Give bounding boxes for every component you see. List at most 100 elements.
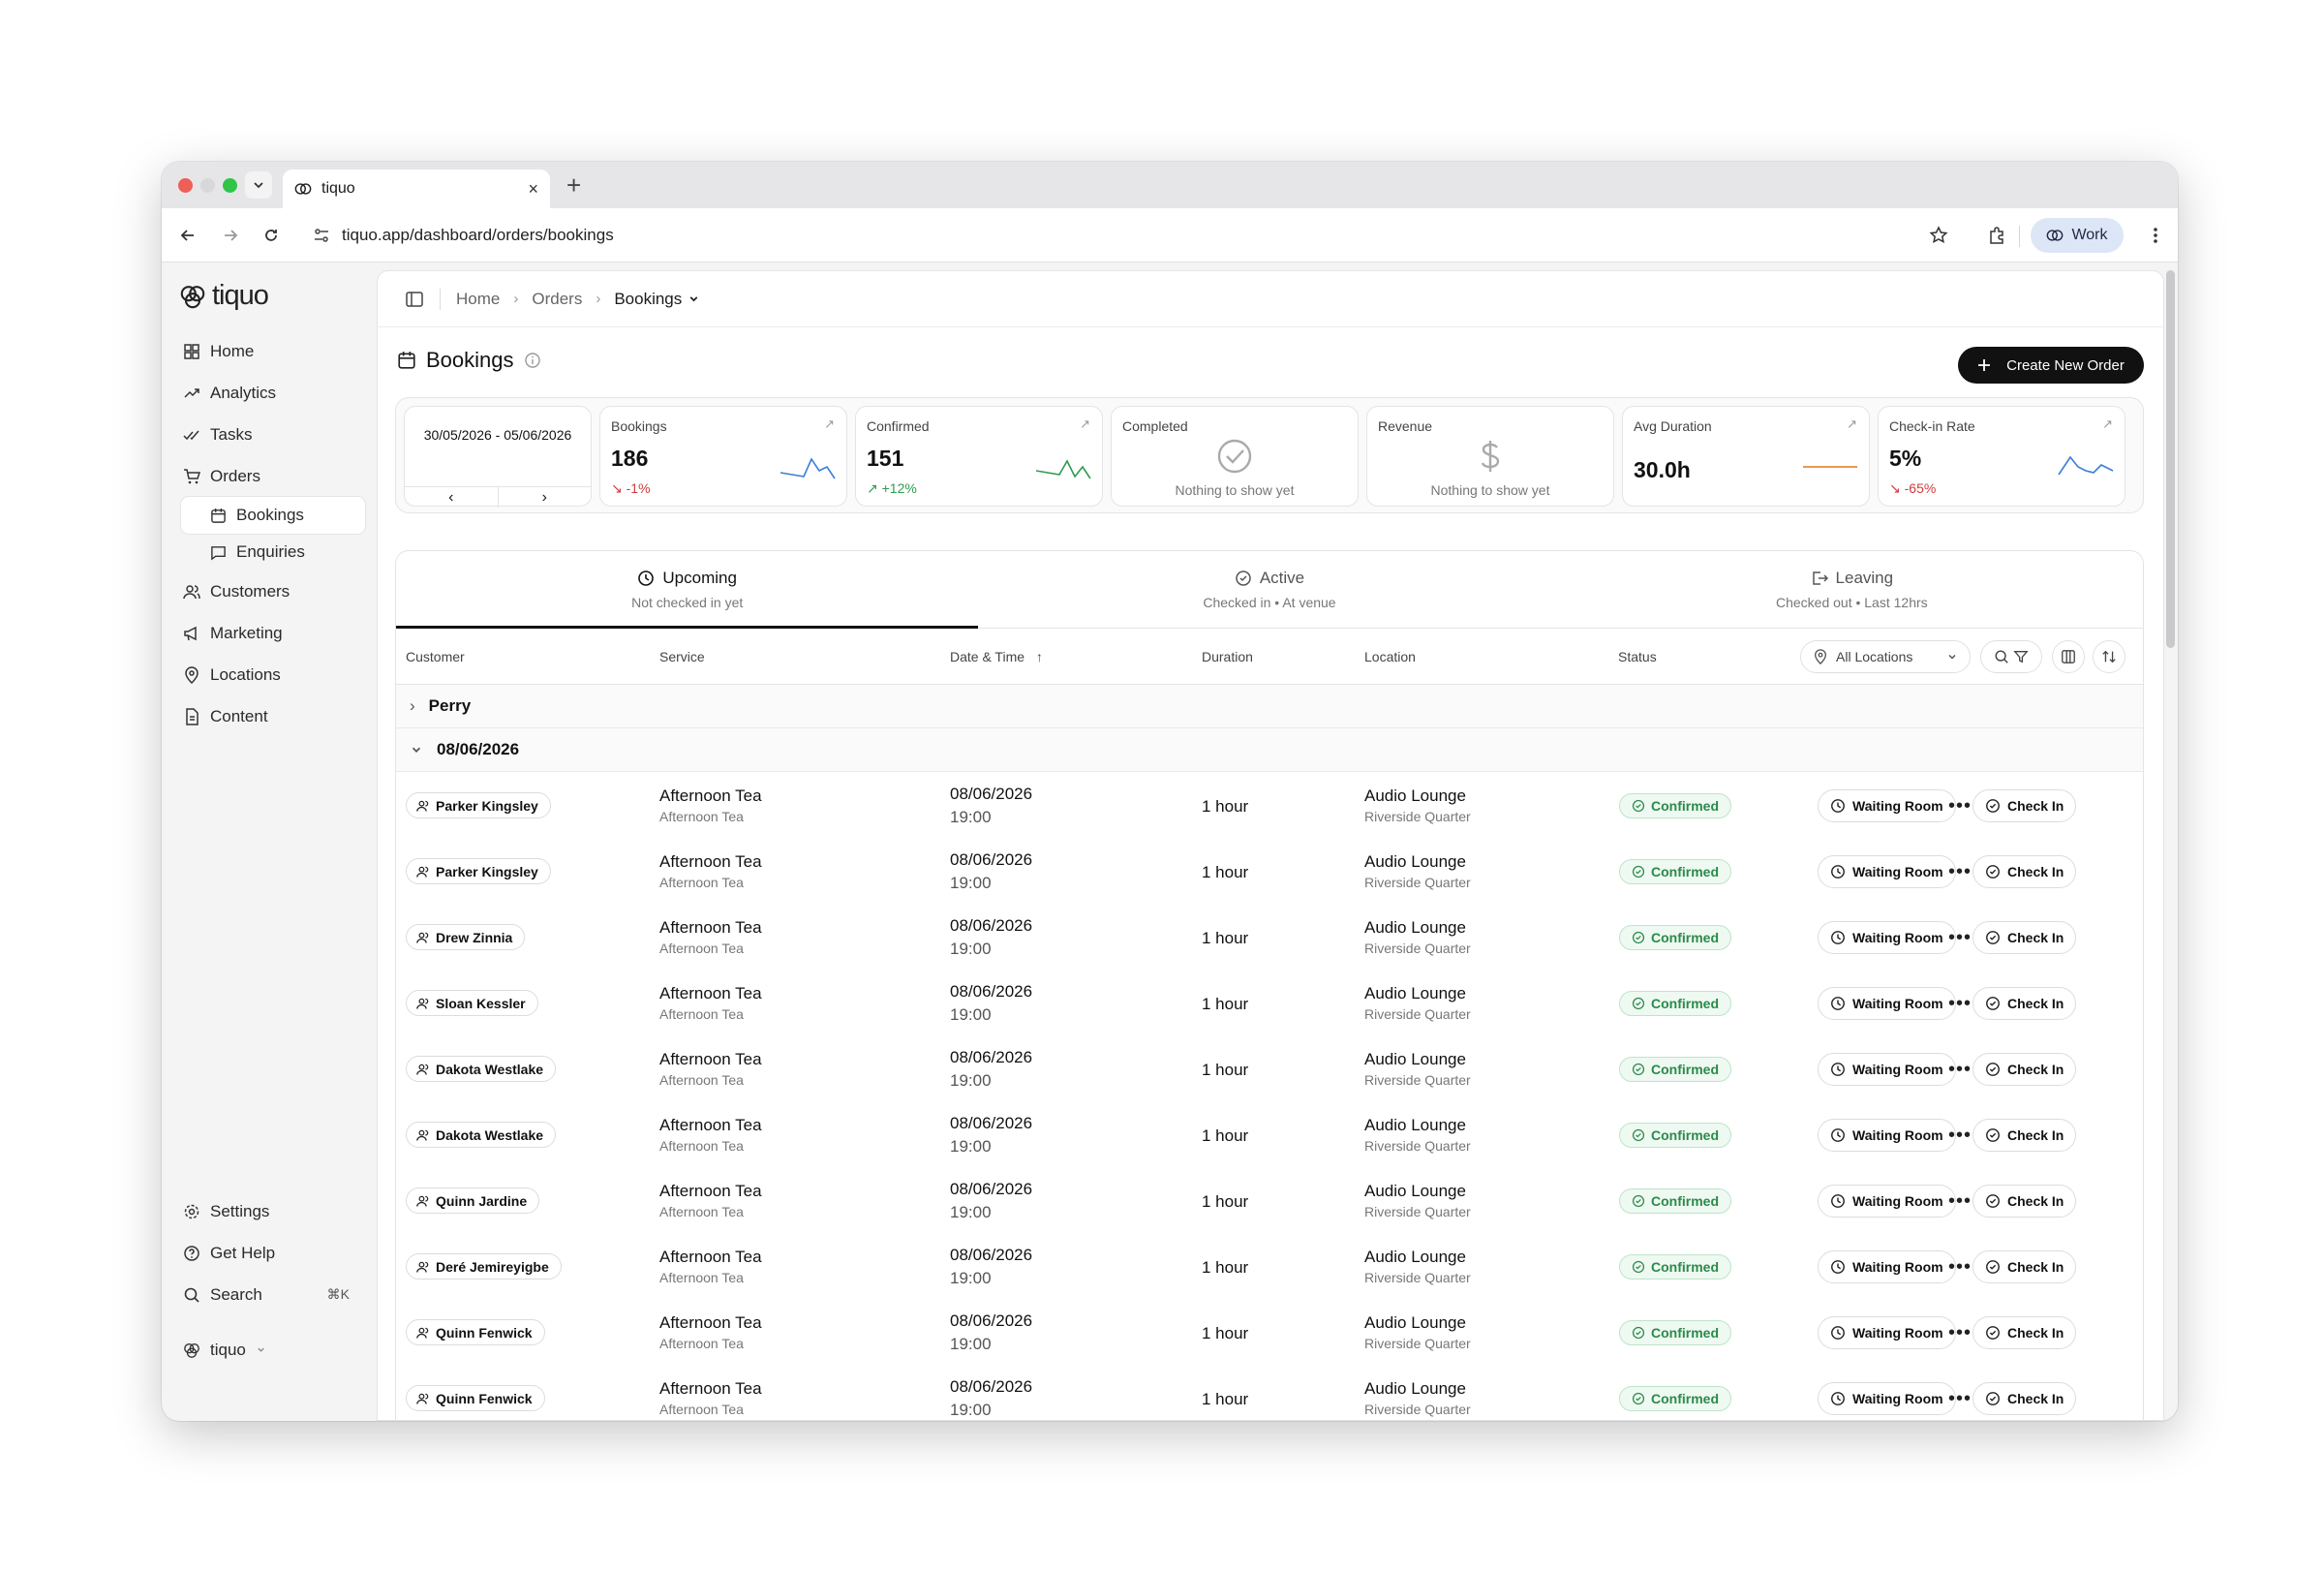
- column-date-time[interactable]: Date & Time ↑: [950, 649, 1043, 664]
- group-row-date[interactable]: 08/06/2026: [396, 728, 2143, 772]
- waiting-room-button[interactable]: Waiting Room: [1818, 921, 1956, 954]
- bookmark-star-button[interactable]: [1924, 221, 1953, 250]
- column-customer[interactable]: Customer: [406, 649, 465, 664]
- sidebar-item-bookings[interactable]: Bookings: [181, 497, 365, 534]
- address-bar[interactable]: tiquo.app/dashboard/orders/bookings: [301, 217, 2077, 254]
- sidebar-item-search[interactable]: Search ⌘K: [171, 1274, 365, 1315]
- stat-card-completed[interactable]: Completed Nothing to show yet: [1111, 406, 1359, 507]
- customer-chip[interactable]: Dakota Westlake: [406, 1056, 557, 1082]
- sidebar-item-tasks[interactable]: Tasks: [171, 414, 365, 455]
- brand-logo[interactable]: tiquo: [179, 280, 269, 312]
- table-row[interactable]: Dakota Westlake Afternoon Tea Afternoon …: [396, 1036, 2143, 1102]
- table-row[interactable]: Drew Zinnia Afternoon Tea Afternoon Tea …: [396, 905, 2143, 971]
- customer-chip[interactable]: Quinn Fenwick: [406, 1385, 545, 1411]
- check-in-button[interactable]: Check In: [1972, 1382, 2077, 1415]
- row-more-button[interactable]: •••: [1945, 1124, 1974, 1147]
- sidebar-item-customers[interactable]: Customers: [171, 571, 365, 612]
- check-in-button[interactable]: Check In: [1972, 789, 2077, 822]
- waiting-room-button[interactable]: Waiting Room: [1818, 789, 1956, 822]
- date-range-text[interactable]: 30/05/2026 - 05/06/2026: [405, 426, 591, 444]
- waiting-room-button[interactable]: Waiting Room: [1818, 1316, 1956, 1349]
- columns-button[interactable]: [2052, 640, 2085, 673]
- waiting-room-button[interactable]: Waiting Room: [1818, 987, 1956, 1020]
- customer-chip[interactable]: Drew Zinnia: [406, 924, 526, 950]
- forward-button[interactable]: [216, 221, 245, 250]
- next-range-button[interactable]: ›: [497, 487, 592, 508]
- check-in-button[interactable]: Check In: [1972, 1053, 2077, 1086]
- browser-menu-button[interactable]: [2141, 221, 2170, 250]
- sort-button[interactable]: [2093, 640, 2125, 673]
- minimize-window-button[interactable]: [200, 178, 215, 193]
- row-more-button[interactable]: •••: [1945, 1387, 1974, 1410]
- check-in-button[interactable]: Check In: [1972, 921, 2077, 954]
- sidebar-item-home[interactable]: Home: [171, 330, 365, 372]
- waiting-room-button[interactable]: Waiting Room: [1818, 1185, 1956, 1218]
- check-in-button[interactable]: Check In: [1972, 855, 2077, 888]
- customer-chip[interactable]: Quinn Jardine: [406, 1187, 540, 1214]
- row-more-button[interactable]: •••: [1945, 992, 1974, 1015]
- waiting-room-button[interactable]: Waiting Room: [1818, 855, 1956, 888]
- table-row[interactable]: Quinn Fenwick Afternoon Tea Afternoon Te…: [396, 1366, 2143, 1420]
- table-row[interactable]: Parker Kingsley Afternoon Tea Afternoon …: [396, 839, 2143, 905]
- column-location[interactable]: Location: [1364, 649, 1416, 664]
- sidebar-item-analytics[interactable]: Analytics: [171, 372, 365, 414]
- tab-leaving[interactable]: Leaving Checked out • Last 12hrs: [1561, 551, 2143, 628]
- table-row[interactable]: Sloan Kessler Afternoon Tea Afternoon Te…: [396, 971, 2143, 1036]
- sidebar-item-settings[interactable]: Settings: [171, 1190, 365, 1232]
- table-row[interactable]: Quinn Fenwick Afternoon Tea Afternoon Te…: [396, 1300, 2143, 1366]
- row-more-button[interactable]: •••: [1945, 1255, 1974, 1279]
- info-icon[interactable]: [524, 352, 541, 369]
- breadcrumb-current[interactable]: Bookings: [614, 290, 682, 309]
- check-in-button[interactable]: Check In: [1972, 1119, 2077, 1152]
- group-row-perry[interactable]: › Perry: [396, 685, 2143, 728]
- waiting-room-button[interactable]: Waiting Room: [1818, 1382, 1956, 1415]
- row-more-button[interactable]: •••: [1945, 1189, 1974, 1213]
- sidebar-item-enquiries[interactable]: Enquiries: [181, 534, 365, 571]
- sidebar-item-help[interactable]: Get Help: [171, 1232, 365, 1274]
- profile-button[interactable]: Work: [2031, 218, 2124, 253]
- stat-card-revenue[interactable]: Revenue Nothing to show yet: [1366, 406, 1614, 507]
- customer-chip[interactable]: Parker Kingsley: [406, 792, 551, 818]
- waiting-room-button[interactable]: Waiting Room: [1818, 1250, 1956, 1283]
- row-more-button[interactable]: •••: [1945, 860, 1974, 883]
- breadcrumb-home[interactable]: Home: [456, 290, 500, 309]
- search-filter-button[interactable]: [1980, 640, 2042, 673]
- page-scrollbar[interactable]: [2166, 270, 2175, 648]
- table-row[interactable]: Deré Jemireyigbe Afternoon Tea Afternoon…: [396, 1234, 2143, 1300]
- sidebar-item-orders[interactable]: Orders: [171, 455, 365, 497]
- back-button[interactable]: [173, 221, 202, 250]
- stat-card-checkin-rate[interactable]: Check-in Rate ↗ 5% ↘ -65%: [1878, 406, 2125, 507]
- tab-search-button[interactable]: [245, 171, 272, 199]
- row-more-button[interactable]: •••: [1945, 926, 1974, 949]
- customer-chip[interactable]: Sloan Kessler: [406, 990, 538, 1016]
- chevron-down-icon[interactable]: [688, 293, 700, 305]
- breadcrumb-orders[interactable]: Orders: [532, 290, 582, 309]
- table-row[interactable]: Parker Kingsley Afternoon Tea Afternoon …: [396, 773, 2143, 839]
- new-tab-button[interactable]: +: [566, 170, 581, 200]
- check-in-button[interactable]: Check In: [1972, 987, 2077, 1020]
- row-more-button[interactable]: •••: [1945, 1058, 1974, 1081]
- workspace-switcher[interactable]: tiquo: [171, 1329, 365, 1371]
- stat-card-bookings[interactable]: Bookings ↗ 186 ↘ -1%: [599, 406, 847, 507]
- reload-button[interactable]: [257, 221, 286, 250]
- customer-chip[interactable]: Parker Kingsley: [406, 858, 551, 884]
- waiting-room-button[interactable]: Waiting Room: [1818, 1053, 1956, 1086]
- close-tab-icon[interactable]: ×: [528, 179, 538, 200]
- extensions-button[interactable]: [1982, 221, 2011, 250]
- customer-chip[interactable]: Quinn Fenwick: [406, 1319, 545, 1345]
- sidebar-item-locations[interactable]: Locations: [171, 654, 365, 695]
- close-window-button[interactable]: [178, 178, 193, 193]
- waiting-room-button[interactable]: Waiting Room: [1818, 1119, 1956, 1152]
- location-filter[interactable]: All Locations: [1800, 640, 1971, 673]
- prev-range-button[interactable]: ‹: [405, 487, 498, 508]
- column-duration[interactable]: Duration: [1202, 649, 1253, 664]
- browser-tab[interactable]: tiquo ×: [283, 170, 550, 208]
- check-in-button[interactable]: Check In: [1972, 1185, 2077, 1218]
- tab-upcoming[interactable]: Upcoming Not checked in yet: [396, 551, 979, 629]
- maximize-window-button[interactable]: [223, 178, 237, 193]
- sidebar-item-marketing[interactable]: Marketing: [171, 612, 365, 654]
- stat-card-confirmed[interactable]: Confirmed ↗ 151 ↗ +12%: [855, 406, 1103, 507]
- row-more-button[interactable]: •••: [1945, 794, 1974, 817]
- sidebar-item-content[interactable]: Content: [171, 695, 365, 737]
- table-row[interactable]: Quinn Jardine Afternoon Tea Afternoon Te…: [396, 1168, 2143, 1234]
